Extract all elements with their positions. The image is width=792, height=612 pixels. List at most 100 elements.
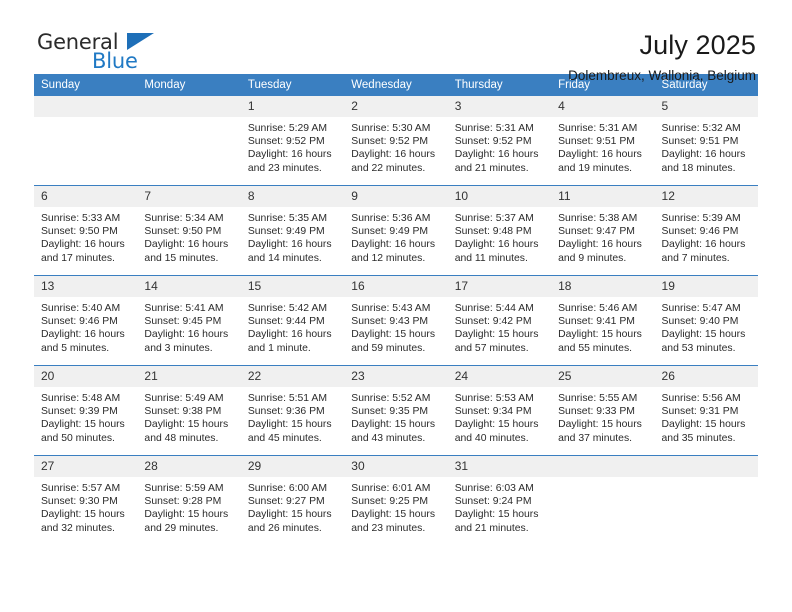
calendar-body: 1 Sunrise: 5:29 AM Sunset: 9:52 PM Daylight… bbox=[34, 96, 758, 545]
sunrise-time: Sunrise: 5:30 AM bbox=[351, 123, 431, 134]
sunrise-time: Sunrise: 5:49 AM bbox=[144, 393, 224, 404]
day-details: Sunrise: 5:41 AM Sunset: 9:45 PM Daylight:… bbox=[137, 297, 240, 355]
sunset-time: Sunset: 9:27 PM bbox=[247, 496, 325, 508]
calendar-day-cell[interactable]: 28 Sunrise: 5:59 AM Sunset: 9:28 PM Dayligh… bbox=[137, 455, 241, 545]
day-cell-inner: 13 Sunrise: 5:40 AM Sunset: 9:46 PM Dayligh… bbox=[34, 276, 138, 365]
sunset-time: Sunset: 9:47 PM bbox=[558, 226, 635, 238]
sunset-time: Sunset: 9:30 PM bbox=[41, 496, 118, 508]
calendar-day-cell[interactable]: 14 Sunrise: 5:41 AM Sunset: 9:45 PM Dayligh… bbox=[137, 275, 241, 366]
day-details: Sunrise: 5:53 AM Sunset: 9:34 PM Daylight:… bbox=[448, 387, 551, 445]
calendar-day-cell[interactable]: 7 Sunrise: 5:34 AM Sunset: 9:50 PM Daylight… bbox=[137, 185, 241, 276]
calendar-day-cell[interactable]: 25 Sunrise: 5:55 AM Sunset: 9:33 PM Dayligh… bbox=[551, 365, 655, 456]
title-block: July 2025 Dolembreux, Wallonia, Belgium bbox=[568, 30, 758, 86]
day-details: Sunrise: 5:31 AM Sunset: 9:51 PM Daylight:… bbox=[551, 117, 654, 175]
sunrise-time: Sunrise: 5:56 AM bbox=[661, 393, 741, 404]
day-cell-inner: 19 Sunrise: 5:47 AM Sunset: 9:40 PM Dayligh… bbox=[654, 276, 758, 365]
calendar-day-cell[interactable]: 24 Sunrise: 5:53 AM Sunset: 9:34 PM Dayligh… bbox=[447, 365, 552, 456]
sunset-time: Sunset: 9:45 PM bbox=[144, 316, 222, 328]
calendar-day-cell[interactable]: 4 Sunrise: 5:31 AM Sunset: 9:51 PM Daylight… bbox=[551, 96, 655, 186]
calendar-day-cell[interactable]: 1 Sunrise: 5:29 AM Sunset: 9:52 PM Daylight… bbox=[240, 96, 345, 186]
day-cell-inner bbox=[654, 456, 758, 545]
day-number bbox=[137, 96, 241, 117]
day-cell-inner: 16 Sunrise: 5:43 AM Sunset: 9:43 PM Dayligh… bbox=[344, 276, 448, 365]
daylight-duration-line1: Daylight: 16 hours bbox=[247, 149, 332, 161]
day-cell-inner: 8 Sunrise: 5:35 AM Sunset: 9:49 PM Daylight… bbox=[240, 186, 345, 275]
sunrise-sunset-calendar: Sunday Monday Tuesday Wednesday Thursday Frid… bbox=[34, 74, 758, 545]
sunrise-time: Sunrise: 5:52 AM bbox=[351, 393, 431, 404]
day-number: 26 bbox=[654, 366, 758, 387]
day-cell-inner: 29 Sunrise: 6:00 AM Sunset: 9:27 PM Dayligh… bbox=[240, 456, 345, 545]
day-number: 31 bbox=[447, 456, 552, 477]
daylight-duration-line2: and 29 minutes. bbox=[144, 522, 219, 534]
day-number: 28 bbox=[137, 456, 241, 477]
calendar-day-cell[interactable]: 19 Sunrise: 5:47 AM Sunset: 9:40 PM Dayligh… bbox=[654, 275, 758, 366]
calendar-day-cell[interactable]: 31 Sunrise: 6:03 AM Sunset: 9:24 PM Dayligh… bbox=[447, 455, 552, 545]
general-blue-logo[interactable]: General Blue bbox=[34, 30, 164, 80]
daylight-duration-line2: and 22 minutes. bbox=[351, 162, 426, 174]
day-details: Sunrise: 5:39 AM Sunset: 9:46 PM Daylight:… bbox=[655, 207, 758, 265]
calendar-day-cell[interactable]: 16 Sunrise: 5:43 AM Sunset: 9:43 PM Dayligh… bbox=[344, 275, 448, 366]
sunset-time: Sunset: 9:28 PM bbox=[144, 496, 222, 508]
calendar-day-cell[interactable]: 18 Sunrise: 5:46 AM Sunset: 9:41 PM Dayligh… bbox=[551, 275, 655, 366]
calendar-day-cell[interactable]: 2 Sunrise: 5:30 AM Sunset: 9:52 PM Daylight… bbox=[344, 96, 448, 186]
sunrise-time: Sunrise: 5:44 AM bbox=[454, 303, 534, 314]
day-details: Sunrise: 5:42 AM Sunset: 9:44 PM Daylight:… bbox=[241, 297, 344, 355]
calendar-day-cell[interactable]: 21 Sunrise: 5:49 AM Sunset: 9:38 PM Dayligh… bbox=[137, 365, 241, 456]
day-number: 5 bbox=[654, 96, 758, 117]
day-number: 25 bbox=[551, 366, 655, 387]
calendar-day-cell-empty bbox=[34, 96, 138, 186]
calendar-day-cell[interactable]: 22 Sunrise: 5:51 AM Sunset: 9:36 PM Dayligh… bbox=[240, 365, 345, 456]
sunrise-time: Sunrise: 5:55 AM bbox=[558, 393, 638, 404]
logo-text-blue: Blue bbox=[92, 49, 138, 73]
day-details: Sunrise: 5:30 AM Sunset: 9:52 PM Daylight:… bbox=[344, 117, 447, 175]
day-details: Sunrise: 5:49 AM Sunset: 9:38 PM Daylight:… bbox=[137, 387, 240, 445]
sunrise-time: Sunrise: 6:03 AM bbox=[454, 483, 534, 494]
calendar-day-cell[interactable]: 17 Sunrise: 5:44 AM Sunset: 9:42 PM Dayligh… bbox=[447, 275, 552, 366]
day-cell-inner: 17 Sunrise: 5:44 AM Sunset: 9:42 PM Dayligh… bbox=[447, 276, 552, 365]
calendar-day-cell[interactable]: 30 Sunrise: 6:01 AM Sunset: 9:25 PM Dayligh… bbox=[344, 455, 448, 545]
calendar-day-cell[interactable]: 9 Sunrise: 5:36 AM Sunset: 9:49 PM Daylight… bbox=[344, 185, 448, 276]
day-number: 24 bbox=[447, 366, 552, 387]
daylight-duration-line1: Daylight: 15 hours bbox=[41, 419, 125, 431]
calendar-day-cell[interactable]: 23 Sunrise: 5:52 AM Sunset: 9:35 PM Dayligh… bbox=[344, 365, 448, 456]
sunrise-time: Sunrise: 5:32 AM bbox=[661, 123, 741, 134]
day-details: Sunrise: 5:40 AM Sunset: 9:46 PM Daylight:… bbox=[34, 297, 137, 355]
day-number: 12 bbox=[654, 186, 758, 207]
sunrise-time: Sunrise: 5:59 AM bbox=[144, 483, 224, 494]
daylight-duration-line1: Daylight: 15 hours bbox=[144, 419, 229, 431]
sunset-time: Sunset: 9:52 PM bbox=[351, 136, 429, 148]
day-cell-inner: 4 Sunrise: 5:31 AM Sunset: 9:51 PM Daylight… bbox=[551, 96, 655, 185]
sunset-time: Sunset: 9:34 PM bbox=[454, 406, 532, 418]
calendar-day-cell[interactable]: 10 Sunrise: 5:37 AM Sunset: 9:48 PM Dayligh… bbox=[447, 185, 552, 276]
calendar-day-cell[interactable]: 13 Sunrise: 5:40 AM Sunset: 9:46 PM Dayligh… bbox=[34, 275, 138, 366]
day-details: Sunrise: 5:34 AM Sunset: 9:50 PM Daylight:… bbox=[137, 207, 240, 265]
daylight-duration-line1: Daylight: 15 hours bbox=[454, 329, 539, 341]
calendar-day-cell[interactable]: 15 Sunrise: 5:42 AM Sunset: 9:44 PM Dayligh… bbox=[240, 275, 345, 366]
calendar-day-cell[interactable]: 3 Sunrise: 5:31 AM Sunset: 9:52 PM Daylight… bbox=[447, 96, 552, 186]
calendar-day-cell[interactable]: 26 Sunrise: 5:56 AM Sunset: 9:31 PM Dayligh… bbox=[654, 365, 758, 456]
sunrise-time: Sunrise: 5:35 AM bbox=[247, 213, 327, 224]
sunrise-time: Sunrise: 5:31 AM bbox=[558, 123, 638, 134]
sunrise-time: Sunrise: 5:36 AM bbox=[351, 213, 431, 224]
day-cell-inner: 2 Sunrise: 5:30 AM Sunset: 9:52 PM Daylight… bbox=[344, 96, 448, 185]
day-number: 6 bbox=[34, 186, 138, 207]
day-number bbox=[34, 96, 138, 117]
calendar-day-cell[interactable]: 27 Sunrise: 5:57 AM Sunset: 9:30 PM Dayligh… bbox=[34, 455, 138, 545]
calendar-day-cell[interactable]: 12 Sunrise: 5:39 AM Sunset: 9:46 PM Dayligh… bbox=[654, 185, 758, 276]
day-cell-inner: 28 Sunrise: 5:59 AM Sunset: 9:28 PM Dayligh… bbox=[137, 456, 241, 545]
calendar-day-cell[interactable]: 29 Sunrise: 6:00 AM Sunset: 9:27 PM Dayligh… bbox=[240, 455, 345, 545]
calendar-day-cell[interactable]: 8 Sunrise: 5:35 AM Sunset: 9:49 PM Daylight… bbox=[240, 185, 345, 276]
day-cell-inner: 10 Sunrise: 5:37 AM Sunset: 9:48 PM Dayligh… bbox=[447, 186, 552, 275]
daylight-duration-line2: and 15 minutes. bbox=[144, 252, 219, 264]
calendar-day-cell[interactable]: 11 Sunrise: 5:38 AM Sunset: 9:47 PM Dayligh… bbox=[551, 185, 655, 276]
day-number: 13 bbox=[34, 276, 138, 297]
day-cell-inner: 12 Sunrise: 5:39 AM Sunset: 9:46 PM Dayligh… bbox=[654, 186, 758, 275]
day-number: 23 bbox=[344, 366, 448, 387]
calendar-day-cell[interactable]: 5 Sunrise: 5:32 AM Sunset: 9:51 PM Daylight… bbox=[654, 96, 758, 186]
day-cell-inner: 25 Sunrise: 5:55 AM Sunset: 9:33 PM Dayligh… bbox=[551, 366, 655, 455]
calendar-week-row: 13 Sunrise: 5:40 AM Sunset: 9:46 PM Dayligh… bbox=[34, 275, 758, 366]
calendar-day-cell[interactable]: 6 Sunrise: 5:33 AM Sunset: 9:50 PM Daylight… bbox=[34, 185, 138, 276]
calendar-day-cell[interactable]: 20 Sunrise: 5:48 AM Sunset: 9:39 PM Dayligh… bbox=[34, 365, 138, 456]
day-number bbox=[551, 456, 655, 477]
day-cell-inner: 1 Sunrise: 5:29 AM Sunset: 9:52 PM Daylight… bbox=[240, 96, 345, 185]
